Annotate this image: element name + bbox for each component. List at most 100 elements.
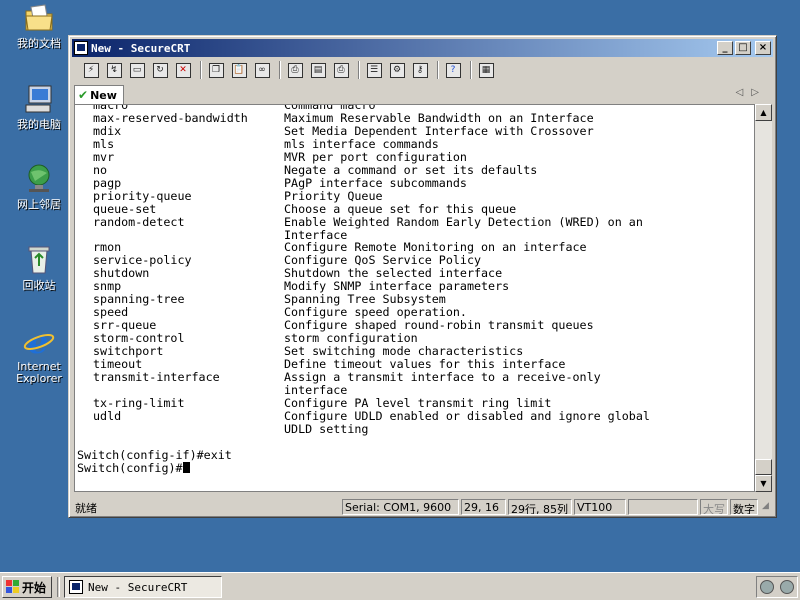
status-num: 数字: [730, 499, 758, 515]
network-globe-icon: [23, 163, 55, 195]
terminal-line: max-reserved-bandwidth Maximum Reservable…: [77, 112, 754, 125]
print-button[interactable]: ⎙: [285, 60, 305, 80]
command-description: Configure UDLD enabled or disabled and i…: [284, 408, 650, 423]
start-button[interactable]: 开始: [2, 576, 52, 598]
terminal-scrollbar[interactable]: ▲ ▼: [755, 104, 772, 492]
settings-icon: ⚙: [389, 62, 405, 78]
session-tab-bar: ✔ New ◁▷: [72, 84, 773, 104]
sftp-icon: ▦: [478, 62, 494, 78]
command-name: mdix: [93, 123, 122, 138]
desktop-icon-recycle-bin[interactable]: 回收站: [8, 244, 70, 292]
desktop-icon-my-computer[interactable]: 我的电脑: [8, 83, 70, 131]
toolbar-separator: [279, 61, 281, 79]
terminal-line: tx-ring-limit Configure PA level transmit…: [77, 395, 754, 410]
help-icon: ?: [445, 62, 461, 78]
quick-connect-icon: ↯: [106, 62, 122, 78]
printer-button[interactable]: ⎙: [331, 60, 351, 80]
desktop-icon-internet-explorer[interactable]: e Internet Explorer: [8, 323, 70, 385]
scroll-up-button[interactable]: ▲: [755, 104, 772, 121]
desktop-icon-my-documents[interactable]: 我的文档: [8, 2, 70, 50]
disconnect-button[interactable]: ✕: [173, 60, 193, 80]
folder-icon: [23, 2, 55, 34]
print-selection-button[interactable]: ▤: [308, 60, 328, 80]
terminal-line: mls mls interface commands: [77, 136, 754, 151]
desktop-icon-network[interactable]: 网上邻居: [8, 163, 70, 211]
toolbar-separator: [437, 61, 439, 79]
command-name: queue-set: [93, 201, 157, 216]
taskbar: 开始 New - SecureCRT: [0, 572, 800, 600]
command-name: mvr: [93, 149, 115, 164]
command-description: PAgP interface subcommands: [284, 175, 467, 190]
system-tray: [756, 576, 798, 598]
command-name: transmit-interface: [93, 370, 220, 385]
close-button[interactable]: ×: [755, 41, 771, 55]
taskbar-item-label: New - SecureCRT: [88, 580, 188, 594]
terminal-line: no Negate a command or set its defaults: [77, 162, 754, 177]
command-description: Configure PA level transmit ring limit: [284, 395, 552, 410]
connect-button[interactable]: ⚡: [81, 60, 101, 80]
paste-button[interactable]: 📋: [229, 60, 249, 80]
scroll-down-button[interactable]: ▼: [755, 475, 772, 492]
copy-button[interactable]: ❐: [206, 60, 226, 80]
connect-in-tab-button[interactable]: ▭: [127, 60, 147, 80]
command-description: mls interface commands: [284, 136, 439, 151]
command-name: [77, 423, 284, 436]
terminal-line: mvr MVR per port configuration: [77, 149, 754, 164]
computer-icon: [23, 83, 55, 115]
securecrt-app-icon[interactable]: [74, 41, 88, 55]
command-name: no: [93, 162, 108, 177]
window-titlebar[interactable]: New - SecureCRT _ □ ×: [72, 39, 773, 57]
window-title: New - SecureCRT: [91, 41, 191, 55]
resize-grip-icon[interactable]: ◢: [762, 501, 769, 511]
session-options-button[interactable]: ☰: [364, 60, 384, 80]
start-label: 开始: [22, 580, 47, 595]
taskbar-separator: [57, 577, 60, 597]
quick-connect-button[interactable]: ↯: [104, 60, 124, 80]
desktop-icon-label: Internet Explorer: [16, 360, 62, 385]
tab-next-icon[interactable]: ▷: [751, 87, 767, 98]
text-cursor: [182, 461, 190, 473]
disconnect-icon: ✕: [175, 62, 191, 78]
scroll-thumb[interactable]: [755, 459, 772, 475]
maximize-button[interactable]: □: [735, 41, 751, 55]
terminal-screen[interactable]: macro Command macro max-reserved-bandwidth…: [74, 104, 755, 492]
global-options-button[interactable]: ⚙: [387, 60, 407, 80]
find-button[interactable]: ∞: [252, 60, 272, 80]
status-ready: 就绪: [75, 502, 97, 515]
tab-new-session[interactable]: ✔ New: [74, 85, 124, 104]
terminal-line: udld Configure UDLD enabled or disabled a…: [77, 408, 754, 423]
tab-prev-icon[interactable]: ◁: [736, 87, 752, 98]
connect-icon: ⚡: [83, 62, 99, 78]
command-description: UDLD setting: [284, 421, 369, 436]
printer-icon: ⎙: [333, 62, 349, 78]
minimize-button[interactable]: _: [717, 41, 733, 55]
command-description: Set Media Dependent Interface with Cross…: [284, 123, 594, 138]
binoculars-icon: ∞: [254, 62, 270, 78]
desktop-icon-label: 我的文档: [17, 37, 61, 50]
copy-icon: ❐: [208, 62, 224, 78]
status-caps: 大写: [700, 499, 728, 515]
desktop-icon-label: 我的电脑: [17, 118, 61, 131]
keymap-button[interactable]: ⚷: [410, 60, 430, 80]
tray-security-icon[interactable]: [760, 580, 774, 594]
command-description: Enable Weighted Random Early Detection (…: [284, 214, 643, 229]
terminal-prompt-line: Switch(config)#: [77, 461, 754, 475]
toolbar-separator: [470, 61, 472, 79]
print-icon: ⎙: [287, 62, 303, 78]
help-button[interactable]: ?: [443, 60, 463, 80]
terminal-line: transmit-interface Assign a transmit inte…: [77, 371, 754, 384]
sftp-button[interactable]: ▦: [476, 60, 496, 80]
command-name: udld: [93, 408, 122, 423]
terminal-line: random-detect Enable Weighted Random Earl…: [77, 214, 754, 229]
command-name: [77, 384, 284, 397]
status-rows-cols: 29行, 85列: [508, 499, 572, 515]
terminal-line: pagp PAgP interface subcommands: [77, 175, 754, 190]
print-selection-icon: ▤: [310, 62, 326, 78]
reconnect-icon: ↻: [152, 62, 168, 78]
command-description: Priority Queue: [284, 188, 383, 203]
tab-icon: ▭: [129, 62, 145, 78]
reconnect-button[interactable]: ↻: [150, 60, 170, 80]
taskbar-item-securecrt[interactable]: New - SecureCRT: [64, 576, 222, 598]
tray-network-icon[interactable]: [780, 580, 794, 594]
